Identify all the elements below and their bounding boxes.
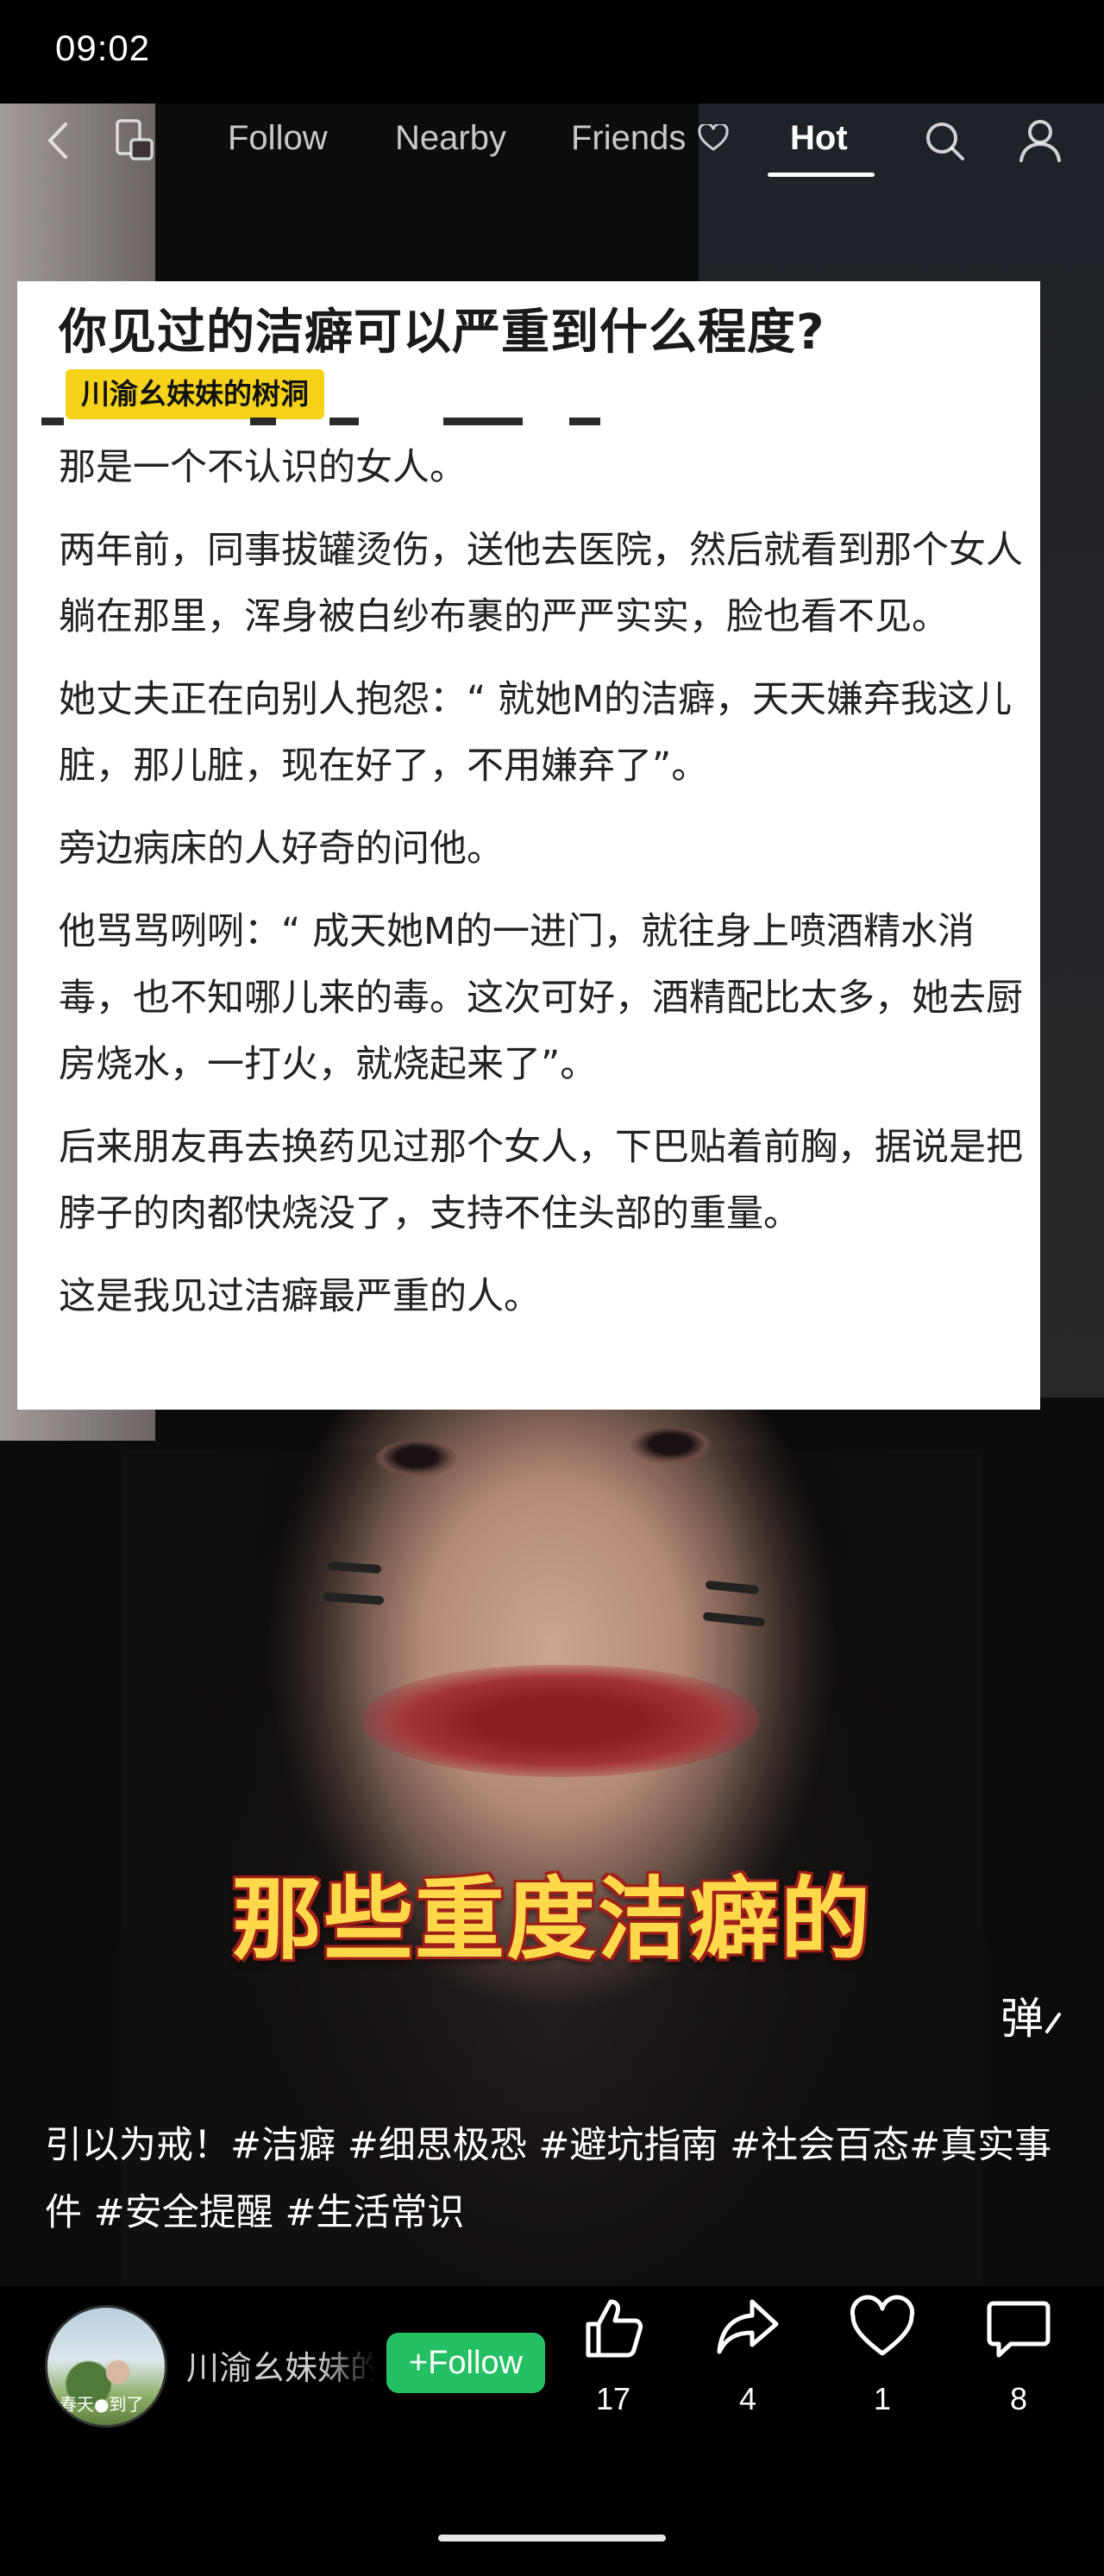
article-paragraph: 他骂骂咧咧：“ 成天她M的一进门，就往身上喷酒精水消毒，也不知哪儿来的毒。这次可…: [59, 910, 1023, 1086]
comment-button[interactable]: 8: [971, 2295, 1066, 2417]
multi-window-icon[interactable]: [114, 117, 157, 164]
face-eye-right: [630, 1428, 712, 1464]
favorite-button[interactable]: 1: [835, 2295, 930, 2417]
video-subtitle: 那些重度洁癖的: [231, 1867, 872, 1972]
video-caption[interactable]: 引以为戒！#洁癖 #细思极恐 #避坑指南 #社会百态#真实事件 #安全提醒 #生…: [45, 2112, 1071, 2246]
article-paragraph: 后来朋友再去换药见过那个女人，下巴贴着前胸，据说是把脖子的肉都快烧没了，支持不住…: [59, 1126, 1023, 1235]
face-lips: [362, 1665, 759, 1777]
home-indicator[interactable]: [438, 2535, 666, 2541]
tab-friends-label: Friends: [571, 119, 687, 157]
face-eye-left: [375, 1441, 457, 1477]
like-button[interactable]: 17: [566, 2295, 661, 2417]
article-paragraph: 那是一个不认识的女人。: [59, 446, 467, 489]
share-button[interactable]: 4: [700, 2295, 795, 2417]
comment-count: 8: [1009, 2381, 1028, 2416]
share-icon: [717, 2299, 779, 2354]
active-tab-indicator: [768, 173, 875, 177]
follow-button[interactable]: +Follow: [386, 2333, 545, 2393]
favorite-count: 1: [873, 2381, 892, 2416]
article-paragraph: 这是我见过洁癖最严重的人。: [59, 1275, 541, 1318]
thumbs-up-icon: [586, 2299, 643, 2358]
status-time: 09:02: [55, 28, 151, 68]
article-paragraph: 两年前，同事拔罐烫伤，送他去医院，然后就看到那个女人躺在那里，浑身被白纱布裹的严…: [59, 529, 1023, 638]
article-paragraph: 她丈夫正在向别人抱怨：“ 就她M的洁癖，天天嫌弃我这儿脏，那儿脏，现在好了，不用…: [59, 678, 1013, 788]
profile-icon[interactable]: [1018, 117, 1063, 164]
pencil-icon: [1045, 2013, 1061, 2033]
back-arrow-icon[interactable]: [43, 119, 74, 162]
avatar-text: 春天●到了: [60, 2394, 144, 2415]
heart-outline-icon: [697, 122, 729, 151]
bottom-action-bar: [0, 2286, 1104, 2576]
article-paragraph: 旁边病床的人好奇的问他。: [59, 827, 504, 870]
tab-nearby[interactable]: Nearby: [395, 119, 506, 158]
article-card: 你见过的洁癖可以严重到什么程度? 川渝幺妹妹的树洞 那是一个不认识的女人。 两年…: [17, 281, 1040, 1410]
heart-icon: [850, 2295, 915, 2356]
status-bar: 09:02: [0, 0, 1104, 104]
author-tag: 川渝幺妹妹的树洞: [66, 369, 324, 419]
share-count: 4: [738, 2381, 757, 2416]
tab-friends[interactable]: Friends: [571, 119, 729, 158]
username[interactable]: 川渝幺妹妹的树洞: [186, 2341, 376, 2389]
tab-follow[interactable]: Follow: [228, 119, 328, 158]
tab-hot[interactable]: Hot: [790, 119, 848, 158]
danmaku-label: 弹: [1000, 1994, 1044, 2044]
search-icon[interactable]: [923, 119, 968, 164]
article-body: 那是一个不认识的女人。 两年前，同事拔罐烫伤，送他去医院，然后就看到那个女人躺在…: [59, 435, 1042, 1347]
like-count: 17: [595, 2381, 631, 2416]
comment-icon: [987, 2301, 1051, 2358]
avatar[interactable]: 春天●到了: [45, 2305, 167, 2428]
danmaku-toggle[interactable]: 弹: [1000, 1984, 1063, 2046]
article-title: 你见过的洁癖可以严重到什么程度?: [59, 305, 825, 361]
